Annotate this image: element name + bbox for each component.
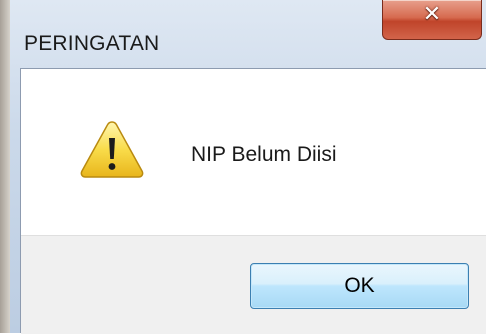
close-icon: ✕	[422, 2, 442, 27]
dialog-body: NIP Belum Diisi OK	[20, 68, 486, 334]
dialog-window: PERINGATAN ✕ NIP Belum Diisi OK	[0, 0, 486, 334]
button-bar: OK	[21, 235, 486, 334]
message-area: NIP Belum Diisi	[21, 69, 486, 235]
close-button[interactable]: ✕	[382, 0, 482, 40]
ok-button[interactable]: OK	[250, 263, 469, 309]
dialog-title: PERINGATAN	[24, 32, 160, 55]
warning-icon	[80, 121, 144, 178]
window-left-border	[0, 0, 10, 333]
message-text: NIP Belum Diisi	[191, 143, 337, 166]
title-bar[interactable]: PERINGATAN ✕	[10, 0, 486, 68]
